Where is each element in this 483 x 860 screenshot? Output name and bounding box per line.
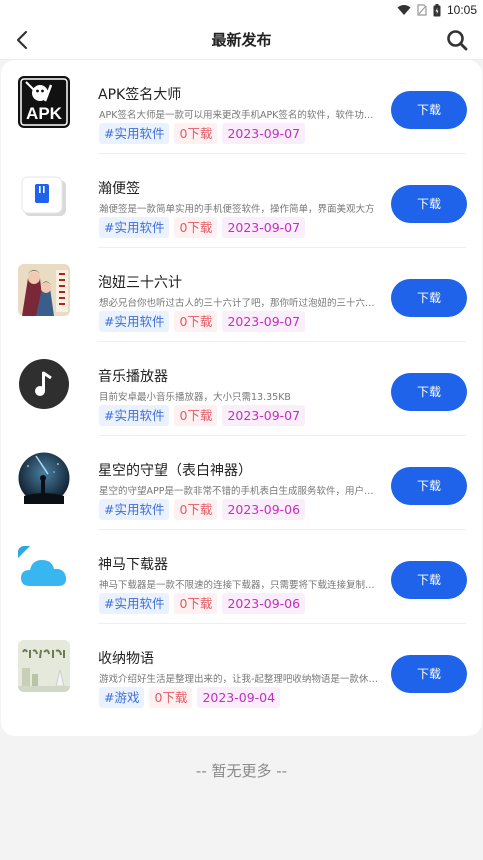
download-count-tag: 0下载 xyxy=(174,217,218,238)
starry-sky-icon xyxy=(18,452,70,504)
download-button[interactable]: 下载 xyxy=(391,467,467,505)
date-tag: 2023-09-07 xyxy=(222,311,306,332)
app-name: 音乐播放器 xyxy=(98,369,168,385)
app-description: 神马下载器是一款不限速的连接下载器，只需要将下载连接复制进去即可 xyxy=(99,580,381,591)
download-button[interactable]: 下载 xyxy=(391,91,467,129)
tag-group: #游戏 0下载 2023-09-04 xyxy=(99,687,281,708)
app-name: 瀚便签 xyxy=(98,181,140,197)
app-name: APK签名大师 xyxy=(98,87,182,103)
download-button[interactable]: 下载 xyxy=(391,185,467,223)
app-list: APK APK签名大师 APK签名大师是一款可以用来更改手机APK签名的软件，软… xyxy=(1,60,482,736)
app-name: 收纳物语 xyxy=(98,651,154,667)
download-count-tag: 0下载 xyxy=(174,593,218,614)
category-tag[interactable]: #实用软件 xyxy=(99,499,170,520)
wifi-icon xyxy=(397,5,411,15)
date-tag: 2023-09-07 xyxy=(222,405,306,426)
download-count-tag: 0下载 xyxy=(174,123,218,144)
download-button[interactable]: 下载 xyxy=(391,279,467,317)
cloud-icon xyxy=(18,546,70,598)
download-button[interactable]: 下载 xyxy=(391,373,467,411)
navigation-bar: 最新发布 xyxy=(0,20,483,60)
battery-icon xyxy=(433,3,441,16)
list-item[interactable]: 泡妞三十六计 想必兄台你也听过古人的三十六计了吧，那你听过泡妞的三十六计吗 #实… xyxy=(1,248,482,342)
music-note-icon xyxy=(18,358,70,410)
list-item[interactable]: APK APK签名大师 APK签名大师是一款可以用来更改手机APK签名的软件，软… xyxy=(1,60,482,154)
date-tag: 2023-09-07 xyxy=(222,217,306,238)
list-item[interactable]: 收纳物语 游戏介绍好生活是整理出来的，让我-起整理吧收纳物语是一款休闲游戏 #游… xyxy=(1,624,482,718)
download-count-tag: 0下载 xyxy=(174,405,218,426)
app-description: 瀚便签是一款简单实用的手机便签软件，操作简单，界面美观大方 xyxy=(99,204,375,215)
tag-group: #实用软件 0下载 2023-09-07 xyxy=(99,123,306,144)
app-description: 目前安卓最小音乐播放器，大小只需13.35KB xyxy=(99,392,291,403)
tag-group: #实用软件 0下载 2023-09-07 xyxy=(99,217,306,238)
tag-group: #实用软件 0下载 2023-09-06 xyxy=(99,499,306,520)
tag-group: #实用软件 0下载 2023-09-06 xyxy=(99,593,306,614)
app-name: 星空的守望（表白神器） xyxy=(98,463,252,479)
download-count-tag: 0下载 xyxy=(174,499,218,520)
download-button[interactable]: 下载 xyxy=(391,655,467,693)
search-icon xyxy=(447,30,468,51)
no-more-text: -- 暂无更多 -- xyxy=(195,762,288,780)
category-tag[interactable]: #实用软件 xyxy=(99,217,170,238)
app-description: 想必兄台你也听过古人的三十六计了吧，那你听过泡妞的三十六计吗 xyxy=(99,298,381,309)
date-tag: 2023-09-07 xyxy=(222,123,306,144)
category-tag[interactable]: #实用软件 xyxy=(99,405,170,426)
list-item[interactable]: 神马下载器 神马下载器是一款不限速的连接下载器，只需要将下载连接复制进去即可 #… xyxy=(1,530,482,624)
category-tag[interactable]: #实用软件 xyxy=(99,123,170,144)
notepad-icon xyxy=(18,170,70,222)
tag-group: #实用软件 0下载 2023-09-07 xyxy=(99,311,306,332)
category-tag[interactable]: #实用软件 xyxy=(99,311,170,332)
page-title: 最新发布 xyxy=(211,31,272,49)
apk-signer-icon: APK xyxy=(18,76,70,128)
apk-icon-label: APK xyxy=(26,104,62,123)
status-bar: 10:05 xyxy=(0,0,483,20)
app-name: 泡妞三十六计 xyxy=(98,275,182,291)
tag-group: #实用软件 0下载 2023-09-07 xyxy=(99,405,306,426)
download-count-tag: 0下载 xyxy=(174,311,218,332)
list-item[interactable]: 星空的守望（表白神器） 星空的守望APP是一款非常不错的手机表白生成服务软件，用… xyxy=(1,436,482,530)
download-button[interactable]: 下载 xyxy=(391,561,467,599)
book-cover-icon xyxy=(18,264,70,316)
list-item[interactable]: 瀚便签 瀚便签是一款简单实用的手机便签软件，操作简单，界面美观大方 #实用软件 … xyxy=(1,154,482,248)
app-name: 神马下载器 xyxy=(98,557,168,573)
app-description: 游戏介绍好生活是整理出来的，让我-起整理吧收纳物语是一款休闲游戏 xyxy=(99,674,381,685)
sim-icon xyxy=(417,4,427,16)
date-tag: 2023-09-06 xyxy=(222,593,306,614)
category-tag[interactable]: #实用软件 xyxy=(99,593,170,614)
status-time: 10:05 xyxy=(446,3,477,17)
app-description: APK签名大师是一款可以用来更改手机APK签名的软件，软件功能强大 xyxy=(99,110,381,121)
category-tag[interactable]: #游戏 xyxy=(99,687,145,708)
status-icons: 10:05 xyxy=(397,2,477,18)
storage-story-icon xyxy=(18,640,70,692)
app-description: 星空的守望APP是一款非常不错的手机表白生成服务软件，用户可以使用 xyxy=(99,486,381,497)
date-tag: 2023-09-06 xyxy=(222,499,306,520)
search-button[interactable] xyxy=(443,26,471,54)
date-tag: 2023-09-04 xyxy=(197,687,281,708)
list-item[interactable]: 音乐播放器 目前安卓最小音乐播放器，大小只需13.35KB #实用软件 0下载 … xyxy=(1,342,482,436)
download-count-tag: 0下载 xyxy=(149,687,193,708)
